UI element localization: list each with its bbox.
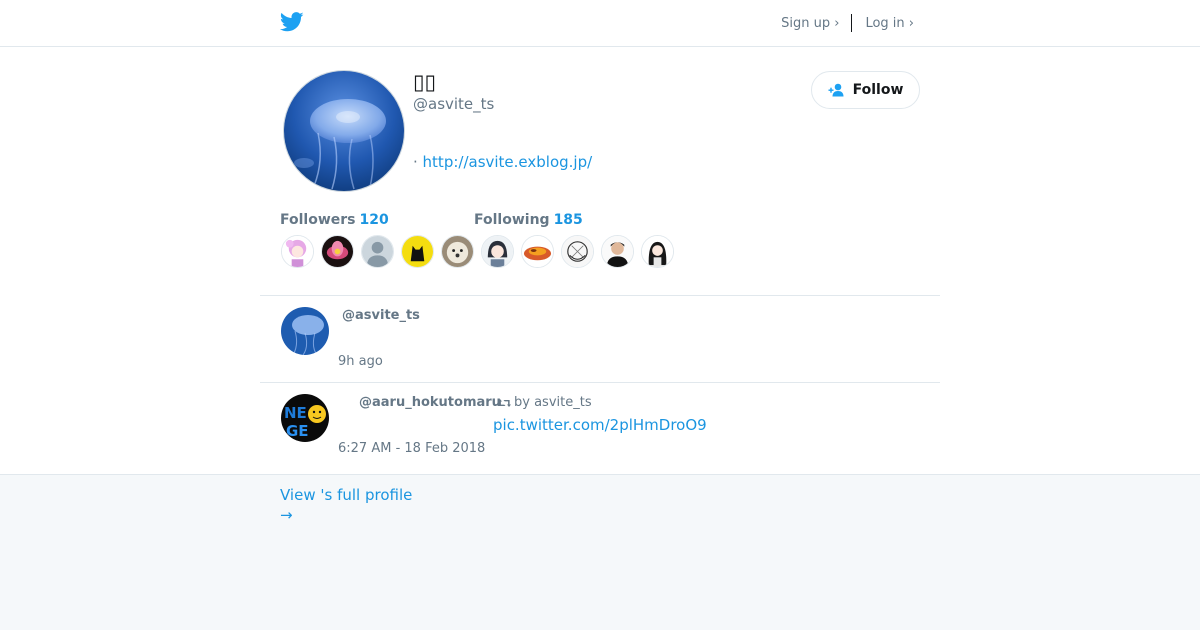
profile-handle: @asvite_ts <box>413 95 495 113</box>
profile-avatar[interactable] <box>283 70 405 192</box>
follow-button[interactable]: Follow <box>811 71 920 109</box>
tweet-avatar[interactable]: NE GE <box>281 394 329 442</box>
jellyfish-avatar-image <box>284 71 404 191</box>
svg-text:NE: NE <box>284 404 307 422</box>
tweet-time[interactable]: 9h ago <box>338 354 383 369</box>
auth-divider <box>851 14 853 32</box>
following-label: Following <box>474 212 550 228</box>
display-name: ▯▯ <box>413 70 437 94</box>
follower-avatar-anime-girl-dark-hair[interactable] <box>641 235 674 268</box>
divider <box>260 295 940 296</box>
arrow-right-icon: → <box>280 506 293 524</box>
follower-avatars <box>280 235 680 268</box>
svg-text:GE: GE <box>286 422 309 440</box>
auth-links: Sign up › Log in › <box>781 14 914 32</box>
follower-avatar-white-dog[interactable] <box>441 235 474 268</box>
website-link[interactable]: http://asvite.exblog.jp/ <box>423 153 593 171</box>
retweet-label: by asvite_ts <box>514 395 592 410</box>
follower-avatar-man-portrait[interactable] <box>601 235 634 268</box>
followers-count: 120 <box>359 212 389 228</box>
profile-card: ▯▯ @asvite_ts · http://asvite.exblog.jp/… <box>0 47 1200 475</box>
follower-avatar-pink-lotus[interactable] <box>321 235 354 268</box>
follow-label: Follow <box>852 82 904 98</box>
retweet-icon <box>498 398 511 407</box>
following-count: 185 <box>553 212 583 228</box>
view-full-profile-link[interactable]: View 's full profile → <box>280 485 412 525</box>
view-full-profile-label: View 's full profile <box>280 486 413 504</box>
signup-link[interactable]: Sign up › <box>781 16 839 31</box>
followers-label: Followers <box>280 212 356 228</box>
add-user-icon <box>828 83 844 97</box>
tweet-time[interactable]: 6:27 AM - 18 Feb 2018 <box>338 441 485 456</box>
follower-avatar-anime-girl-glasses[interactable] <box>481 235 514 268</box>
divider <box>260 382 940 383</box>
tweet-media-link[interactable]: pic.twitter.com/2plHmDroO9 <box>493 416 707 434</box>
tweet-user[interactable]: @asvite_ts <box>342 308 420 323</box>
followers-stat[interactable]: Followers 120 <box>280 212 389 228</box>
follower-avatar-manga-sketch[interactable] <box>561 235 594 268</box>
follower-avatar-default[interactable] <box>361 235 394 268</box>
top-bar: Sign up › Log in › <box>0 0 1200 47</box>
tweet-user[interactable]: @aaru_hokutomaru <box>359 395 501 410</box>
website-row: · http://asvite.exblog.jp/ <box>413 153 592 171</box>
retweet-info: by asvite_ts <box>498 395 592 410</box>
twitter-bird-icon[interactable] <box>280 11 304 33</box>
tweet-avatar[interactable] <box>281 307 329 355</box>
website-prefix: · <box>413 153 423 171</box>
login-link[interactable]: Log in › <box>865 16 914 31</box>
follower-avatar-black-cat-yellow[interactable] <box>401 235 434 268</box>
follower-avatar-pink-anime-girl[interactable] <box>281 235 314 268</box>
follower-avatar-food-plate[interactable] <box>521 235 554 268</box>
following-stat[interactable]: Following 185 <box>474 212 583 228</box>
